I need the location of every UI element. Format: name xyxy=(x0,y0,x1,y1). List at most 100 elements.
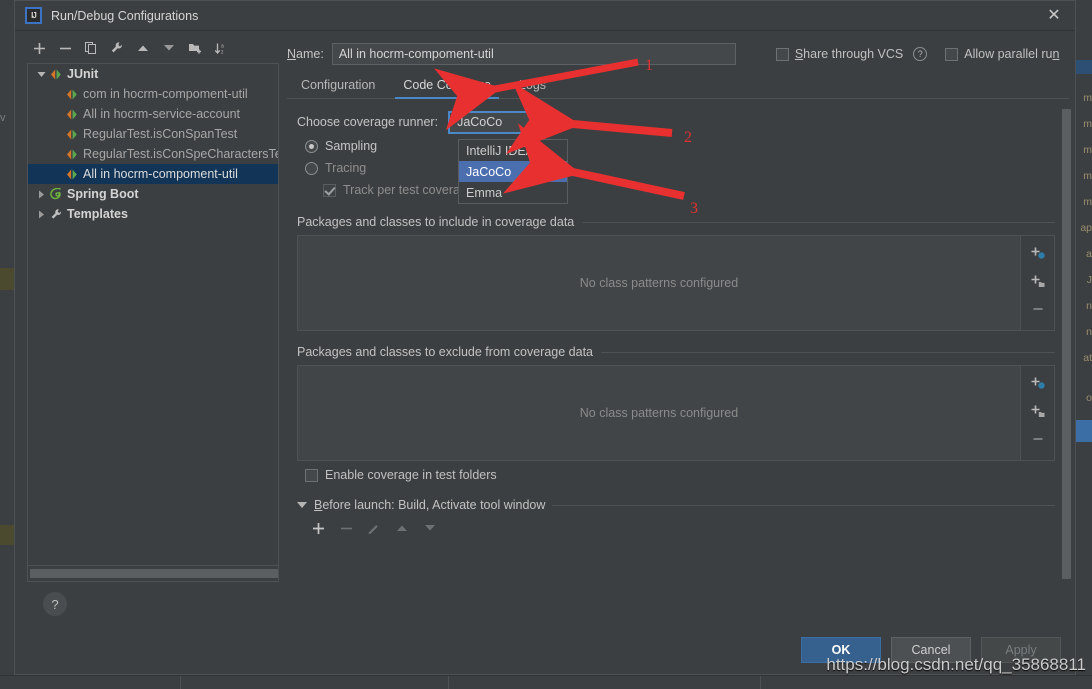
before-launch-toolbar xyxy=(297,512,1055,538)
before-launch-title: Before launch: Build, Activate tool wind… xyxy=(314,498,546,512)
dropdown-option-emma[interactable]: Emma xyxy=(459,182,567,203)
background-highlight xyxy=(0,525,14,545)
background-status-bar xyxy=(0,675,1092,689)
chevron-down-icon[interactable] xyxy=(34,71,48,78)
dialog-body: a z JUnit com in hocrm-compoment-util All … xyxy=(15,31,1075,626)
name-input[interactable] xyxy=(331,43,736,65)
scrollbar-thumb[interactable] xyxy=(30,569,278,578)
coverage-runner-combo[interactable]: JaCoCo xyxy=(448,110,559,134)
move-task-up-button[interactable] xyxy=(391,518,413,538)
remove-pattern-button[interactable] xyxy=(1027,430,1049,448)
add-package-pattern-button[interactable] xyxy=(1027,272,1049,290)
wrench-icon[interactable] xyxy=(105,37,129,59)
background-text-left: v xyxy=(0,112,6,124)
top-options: Share through VCS ? Allow parallel run xyxy=(775,47,1059,61)
dropdown-option-jacoco[interactable]: JaCoCo xyxy=(459,161,567,182)
tree-item-templates[interactable]: Templates xyxy=(28,204,278,224)
folder-add-icon[interactable] xyxy=(183,37,207,59)
pencil-icon[interactable] xyxy=(363,518,385,538)
coverage-runner-dropdown[interactable]: IntelliJ IDEA JaCoCo Emma xyxy=(458,139,568,204)
remove-pattern-button[interactable] xyxy=(1027,300,1049,318)
copy-icon[interactable] xyxy=(79,37,103,59)
cancel-button[interactable]: Cancel xyxy=(891,637,971,663)
chevron-down-icon xyxy=(539,119,550,125)
enable-coverage-test-folders-label: Enable coverage in test folders xyxy=(325,468,497,482)
junit-icon xyxy=(64,109,80,120)
tree-item-all-in-hocrm-compoment-util[interactable]: All in hocrm-compoment-util xyxy=(28,164,278,184)
coverage-runner-value: JaCoCo xyxy=(457,115,503,129)
include-panel-wrap: No class patterns configured xyxy=(297,235,1055,331)
exclude-patterns-list[interactable]: No class patterns configured xyxy=(297,365,1021,461)
svg-text:z: z xyxy=(221,49,224,55)
tree-toolbar: a z xyxy=(21,35,279,61)
close-icon[interactable]: ✕ xyxy=(1039,4,1069,28)
move-task-down-button[interactable] xyxy=(419,518,441,538)
exclude-empty-text: No class patterns configured xyxy=(579,406,739,420)
junit-icon xyxy=(64,89,80,100)
editor-vertical-scrollbar[interactable] xyxy=(1062,109,1071,626)
sort-az-icon[interactable]: a z xyxy=(209,37,233,59)
arrow-down-icon[interactable] xyxy=(157,37,181,59)
include-patterns-list[interactable]: No class patterns configured xyxy=(297,235,1021,331)
add-class-pattern-button[interactable] xyxy=(1027,244,1049,262)
ok-button[interactable]: OK xyxy=(801,637,881,663)
background-text-right: m xyxy=(1083,196,1092,208)
background-highlight xyxy=(0,268,14,290)
sampling-radio[interactable]: Sampling xyxy=(297,135,1055,157)
background-text-right: at xyxy=(1083,352,1092,364)
dialog-titlebar: IJ Run/Debug Configurations ✕ xyxy=(15,1,1075,31)
chevron-down-icon[interactable] xyxy=(297,502,307,508)
tree-item-regulartest-isconspecharacterste[interactable]: RegularTest.isConSpeCharactersTe xyxy=(28,144,278,164)
enable-coverage-test-folders-checkbox[interactable]: Enable coverage in test folders xyxy=(297,468,1055,482)
tree-item-spring-boot[interactable]: Spring Boot xyxy=(28,184,278,204)
configurations-pane: a z JUnit com in hocrm-compoment-util All … xyxy=(15,31,279,626)
add-configuration-button[interactable] xyxy=(27,37,51,59)
tree-item-label: JUnit xyxy=(67,67,99,81)
tree-item-junit[interactable]: JUnit xyxy=(28,64,278,84)
add-package-pattern-button[interactable] xyxy=(1027,402,1049,420)
arrow-up-icon[interactable] xyxy=(131,37,155,59)
screen-root: v m m m m m ap a J n n at o 6 IJ Run/Deb… xyxy=(0,0,1092,689)
tree-item-com-in-hocrm-compoment-util[interactable]: com in hocrm-compoment-util xyxy=(28,84,278,104)
background-text-right: m xyxy=(1083,92,1092,104)
sampling-label: Sampling xyxy=(325,139,378,153)
tree-item-all-in-hocrm-service-account[interactable]: All in hocrm-service-account xyxy=(28,104,278,124)
background-text-right: ap xyxy=(1080,222,1092,234)
share-through-vcs-label: Share through VCS xyxy=(794,47,904,61)
checkbox-box xyxy=(775,47,789,61)
run-debug-configurations-dialog: IJ Run/Debug Configurations ✕ a z JUnit … xyxy=(14,0,1076,675)
chevron-right-icon[interactable] xyxy=(34,190,48,199)
tree-horizontal-scrollbar[interactable] xyxy=(27,566,279,582)
background-text-right: n xyxy=(1086,326,1092,338)
track-per-test-coverage-checkbox[interactable]: Track per test coverage xyxy=(297,179,1055,201)
tree-item-label: Spring Boot xyxy=(67,187,139,201)
background-text-right: a xyxy=(1086,248,1092,260)
before-launch-header: Before launch: Build, Activate tool wind… xyxy=(297,498,1055,512)
configurations-tree[interactable]: JUnit com in hocrm-compoment-util All in h… xyxy=(27,63,279,566)
share-through-vcs-checkbox[interactable]: Share through VCS xyxy=(775,47,904,61)
tab-configuration[interactable]: Configuration xyxy=(287,78,389,98)
exclude-panel-wrap: No class patterns configured xyxy=(297,365,1055,461)
tracing-radio[interactable]: Tracing xyxy=(297,157,1055,179)
dropdown-option-intellij-idea[interactable]: IntelliJ IDEA xyxy=(459,140,567,161)
background-highlight xyxy=(1076,420,1092,442)
allow-parallel-run-checkbox[interactable]: Allow parallel run xyxy=(945,47,1059,61)
scrollbar-thumb[interactable] xyxy=(1062,109,1071,579)
dialog-footer: OK Cancel Apply xyxy=(15,626,1075,674)
chevron-right-icon[interactable] xyxy=(34,210,48,219)
tree-item-regulartest-isconspantest[interactable]: RegularTest.isConSpanTest xyxy=(28,124,278,144)
tree-item-label: com in hocrm-compoment-util xyxy=(83,87,248,101)
editor-tabs: Configuration Code Coverage Logs xyxy=(287,71,1069,99)
wrench-icon xyxy=(48,208,64,221)
radio-button xyxy=(305,161,318,175)
remove-task-button[interactable] xyxy=(335,518,357,538)
add-class-pattern-button[interactable] xyxy=(1027,374,1049,392)
help-button[interactable]: ? xyxy=(43,592,67,616)
tab-code-coverage[interactable]: Code Coverage xyxy=(389,78,505,99)
coverage-runner-row: Choose coverage runner: JaCoCo xyxy=(297,109,1055,135)
add-task-button[interactable] xyxy=(307,518,329,538)
remove-configuration-button[interactable] xyxy=(53,37,77,59)
help-icon[interactable]: ? xyxy=(913,47,928,61)
tab-logs[interactable]: Logs xyxy=(505,78,560,98)
apply-button[interactable]: Apply xyxy=(981,637,1061,663)
